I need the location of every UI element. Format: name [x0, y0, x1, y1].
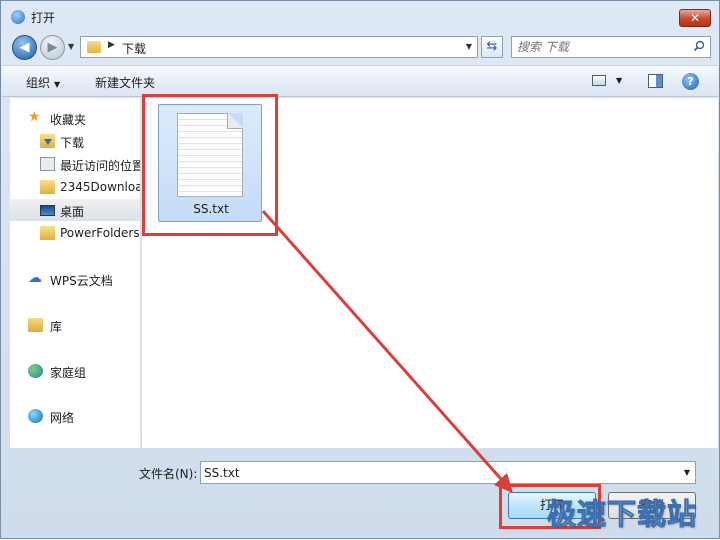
help-icon[interactable]: ? [682, 73, 699, 90]
folder-icon [40, 180, 55, 194]
view-options-icon[interactable] [592, 75, 606, 86]
chevron-right-icon[interactable]: ▶ [108, 40, 115, 50]
sidebar-item-favorites[interactable]: ★ 收藏夹 [10, 107, 140, 129]
cloud-icon: ☁ [28, 270, 42, 286]
desktop-icon [40, 205, 55, 216]
library-icon [28, 318, 43, 332]
recent-pages-dropdown-icon[interactable]: ▼ [68, 42, 74, 51]
sidebar-item-label: WPS云文档 [50, 274, 113, 288]
open-file-dialog: 打开 ✕ ◀ ▶ ▼ ▶ 下载 ▼ ⇆ 组织▼ 新建文件夹 ▼ ? [0, 0, 720, 539]
file-highlight-box [142, 94, 278, 236]
filename-label: 文件名(N): [139, 467, 198, 481]
organize-label: 组织 [26, 76, 51, 90]
app-icon [11, 10, 25, 24]
sidebar-item-label: 家庭组 [50, 366, 87, 380]
sidebar-item-label: PowerFolders [60, 226, 140, 240]
title-bar: 打开 ✕ [1, 1, 719, 31]
network-icon [28, 409, 43, 423]
sidebar-item-network[interactable]: 网络 [10, 405, 140, 427]
watermark: 极速下载站 [546, 497, 698, 532]
sidebar-item-wps-cloud[interactable]: ☁ WPS云文档 [10, 268, 140, 290]
search-box[interactable] [511, 36, 711, 58]
sidebar-item-label: 库 [50, 320, 63, 334]
refresh-button[interactable]: ⇆ [481, 36, 503, 58]
preview-pane-icon[interactable] [648, 74, 663, 88]
filename-input[interactable] [204, 465, 664, 481]
close-button[interactable]: ✕ [679, 9, 711, 27]
search-input[interactable] [517, 39, 687, 55]
address-bar[interactable]: ▶ 下载 ▼ [80, 36, 478, 58]
command-toolbar: 组织 ▼ 新建文件夹 ▼ ? [2, 65, 718, 97]
sidebar-item-label: 收藏夹 [50, 113, 87, 127]
sidebar-item-label: 网络 [50, 411, 75, 425]
navigation-pane: ★ 收藏夹 下载 最近访问的位置 2345Downloads 桌面 PowerF… [10, 98, 141, 448]
breadcrumb[interactable]: 下载 [122, 40, 146, 57]
sidebar-item-libraries[interactable]: 库 [10, 314, 140, 336]
sidebar-item-powerfolders[interactable]: PowerFolders [10, 222, 140, 244]
sidebar-item-downloads[interactable]: 下载 [10, 130, 140, 152]
chevron-down-icon: ▼ [54, 80, 61, 89]
sidebar-item-label: 桌面 [60, 205, 85, 219]
star-icon: ★ [28, 109, 41, 125]
refresh-icon: ⇆ [486, 39, 498, 54]
sidebar-item-label: 下载 [60, 136, 85, 150]
search-icon[interactable] [693, 40, 705, 52]
window-title: 打开 [31, 11, 56, 25]
filename-combobox[interactable]: ▼ [200, 461, 696, 484]
folder-icon [40, 226, 55, 240]
sidebar-item-label: 最近访问的位置 [60, 159, 141, 173]
sidebar-item-desktop[interactable]: 桌面 [10, 199, 140, 221]
navigation-bar: ◀ ▶ ▼ ▶ 下载 ▼ ⇆ [1, 31, 719, 63]
back-button[interactable]: ◀ [12, 35, 37, 60]
sidebar-item-label: 2345Downloads [60, 180, 140, 194]
organize-menu[interactable]: 组织 ▼ [26, 74, 60, 91]
new-folder-button[interactable]: 新建文件夹 [95, 74, 155, 91]
download-folder-icon [40, 134, 55, 148]
sidebar-item-recent-places[interactable]: 最近访问的位置 [10, 153, 141, 175]
recent-places-icon [40, 157, 55, 171]
chevron-down-icon[interactable]: ▼ [684, 468, 690, 477]
folder-icon [87, 41, 101, 53]
sidebar-item-2345downloads[interactable]: 2345Downloads [10, 176, 140, 198]
chevron-down-icon[interactable]: ▼ [466, 42, 472, 51]
homegroup-icon [28, 364, 43, 378]
forward-button[interactable]: ▶ [40, 35, 65, 60]
sidebar-item-homegroup[interactable]: 家庭组 [10, 360, 140, 382]
chevron-down-icon[interactable]: ▼ [616, 76, 622, 85]
